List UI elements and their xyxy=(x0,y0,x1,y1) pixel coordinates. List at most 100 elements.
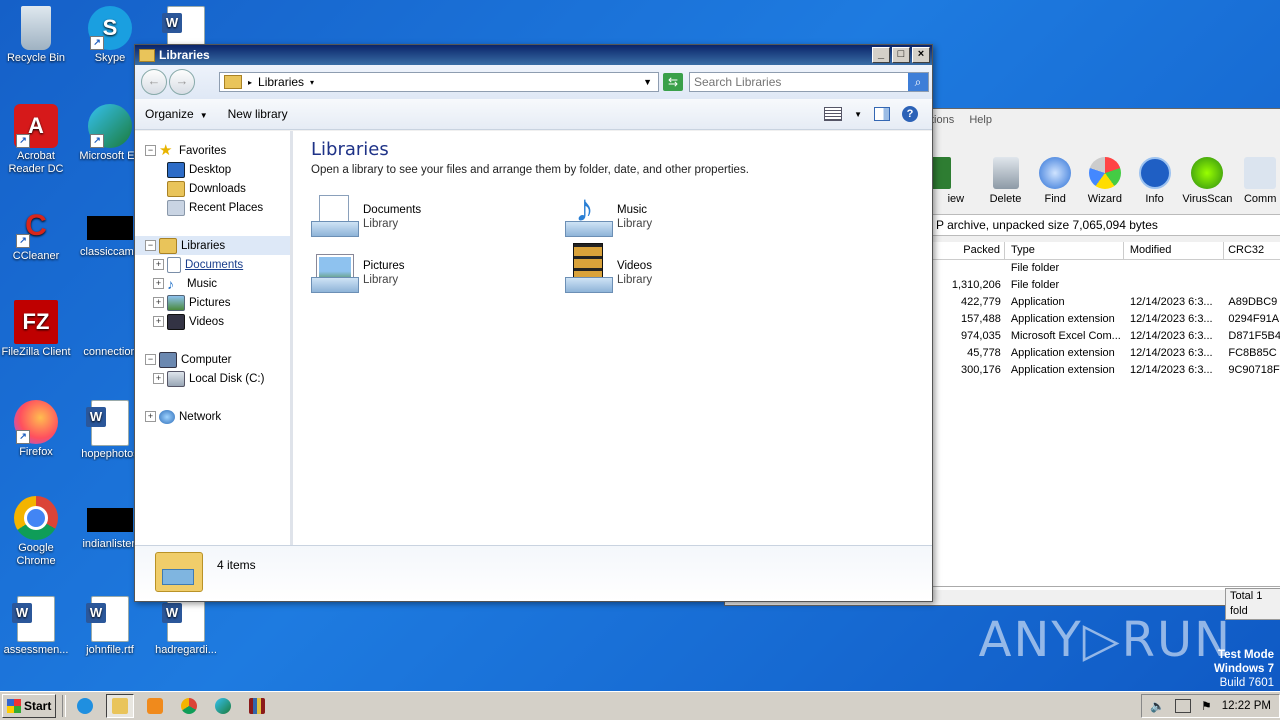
start-button[interactable]: Start xyxy=(2,694,57,718)
nav-local-disk[interactable]: + Local Disk (C:) xyxy=(135,369,290,388)
nav-network[interactable]: + Network xyxy=(135,407,290,426)
nav-recent-places[interactable]: Recent Places xyxy=(135,198,290,217)
explorer-window[interactable]: Libraries _ □ × ← → ▸ Libraries ▾ ▼ ⇆ ⌕ … xyxy=(134,44,933,602)
change-view-icon[interactable] xyxy=(824,107,843,121)
back-button[interactable]: ← xyxy=(141,69,167,95)
taskbar-ie[interactable] xyxy=(72,695,98,717)
nav-downloads[interactable]: Downloads xyxy=(135,179,290,198)
clock[interactable]: 12:22 PM xyxy=(1222,700,1271,712)
chevron-down-icon[interactable]: ▾ xyxy=(310,78,314,87)
nav-pictures[interactable]: + Pictures xyxy=(135,293,290,312)
nav-desktop[interactable]: Desktop xyxy=(135,160,290,179)
volume-icon[interactable]: 🔈 xyxy=(1150,699,1165,713)
nav-documents[interactable]: + Documents xyxy=(135,255,290,274)
expand-icon[interactable]: + xyxy=(145,411,156,422)
delete-button[interactable]: Delete xyxy=(981,153,1031,209)
address-bar[interactable]: ▸ Libraries ▾ ▼ xyxy=(219,72,659,92)
taskbar-chrome[interactable] xyxy=(176,695,202,717)
nav-favorites[interactable]: − ★ Favorites xyxy=(135,141,290,160)
close-button[interactable]: × xyxy=(912,47,930,63)
collapse-icon[interactable]: − xyxy=(145,240,156,251)
refresh-icon[interactable]: ⇆ xyxy=(663,73,683,91)
preview-pane-icon[interactable] xyxy=(874,107,890,121)
help-icon[interactable]: ? xyxy=(902,106,918,122)
action-center-flag-icon[interactable]: ⚑ xyxy=(1201,699,1212,713)
desktop-icon-chrome[interactable]: Google Chrome xyxy=(0,496,72,568)
libraries-icon xyxy=(159,237,177,254)
window-titlebar[interactable]: Libraries _ □ × xyxy=(135,45,932,65)
table-row[interactable]: 157,488 Application extension 12/14/2023 6… xyxy=(931,311,1280,328)
table-row[interactable]: 1,310,206 File folder xyxy=(931,277,1280,294)
desktop-icon-firefox[interactable]: ↗ Firefox xyxy=(0,400,72,459)
table-row[interactable]: 45,778 Application extension 12/14/2023 6:… xyxy=(931,345,1280,362)
cell-crc xyxy=(1224,260,1280,277)
library-videos[interactable]: Videos Library xyxy=(565,243,652,295)
desktop-icon-label: Recycle Bin xyxy=(6,52,66,64)
expand-icon[interactable]: + xyxy=(153,316,164,327)
network-tray-icon[interactable] xyxy=(1175,699,1191,713)
library-documents[interactable]: Documents Library xyxy=(311,193,421,239)
anyrun-watermark: ANY▷RUN xyxy=(978,612,1232,668)
column-modified[interactable]: Modified xyxy=(1124,242,1225,259)
item-count: 4 items xyxy=(217,558,256,572)
view-button[interactable]: iew xyxy=(931,153,981,209)
breadcrumb-arrow-icon[interactable]: ▸ xyxy=(248,78,252,87)
archive-path-bar[interactable]: P archive, unpacked size 7,065,094 bytes xyxy=(931,214,1280,236)
taskbar-explorer[interactable] xyxy=(106,694,135,718)
table-row[interactable]: 422,779 Application 12/14/2023 6:3... A89DB… xyxy=(931,294,1280,311)
menu-options[interactable]: tions xyxy=(931,114,954,126)
desktop-icon-hadregardi[interactable]: W hadregardi... xyxy=(150,596,222,657)
recycle-bin-icon xyxy=(21,6,51,50)
window-title: Libraries xyxy=(159,48,210,62)
maximize-button[interactable]: □ xyxy=(892,47,910,63)
hard-drive-icon xyxy=(167,370,185,387)
view-options-dropdown-icon[interactable]: ▼ xyxy=(854,110,862,119)
desktop-icon-acrobat[interactable]: A ↗ Acrobat Reader DC xyxy=(0,104,72,176)
organize-button[interactable]: Organize ▼ xyxy=(135,107,218,121)
comment-button[interactable]: Comm xyxy=(1235,153,1280,209)
expand-icon[interactable]: + xyxy=(153,259,164,270)
taskbar-media-player[interactable] xyxy=(142,695,168,717)
info-button[interactable]: Info xyxy=(1130,153,1180,209)
expand-icon[interactable]: + xyxy=(153,373,164,384)
search-box[interactable]: ⌕ xyxy=(689,72,929,92)
search-input[interactable] xyxy=(690,74,896,90)
forward-button[interactable]: → xyxy=(169,69,195,95)
nav-label: Pictures xyxy=(189,296,231,309)
expand-icon[interactable]: + xyxy=(153,278,164,289)
minimize-button[interactable]: _ xyxy=(872,47,890,63)
desktop-icon-filezilla[interactable]: FZ FileZilla Client xyxy=(0,300,72,359)
table-row[interactable]: File folder xyxy=(931,260,1280,277)
collapse-icon[interactable]: − xyxy=(145,354,156,365)
library-music[interactable]: ♪ Music Library xyxy=(565,189,652,239)
nav-videos[interactable]: + Videos xyxy=(135,312,290,331)
library-pictures[interactable]: Pictures Library xyxy=(311,249,405,295)
address-history-dropdown[interactable]: ▼ xyxy=(643,77,652,87)
menu-help[interactable]: Help xyxy=(969,114,992,126)
start-label: Start xyxy=(24,699,52,713)
new-library-button[interactable]: New library xyxy=(218,107,298,121)
nav-libraries[interactable]: − Libraries xyxy=(135,236,290,255)
column-packed[interactable]: Packed xyxy=(931,242,1005,259)
table-row[interactable]: 974,035 Microsoft Excel Com... 12/14/2023 … xyxy=(931,328,1280,345)
taskbar-edge[interactable] xyxy=(210,695,236,717)
virusscan-button[interactable]: VirusScan xyxy=(1179,153,1235,209)
wizard-button[interactable]: Wizard xyxy=(1080,153,1130,209)
column-type[interactable]: Type xyxy=(1005,242,1124,259)
nav-music[interactable]: + ♪ Music xyxy=(135,274,290,293)
desktop-icon-recycle-bin[interactable]: Recycle Bin xyxy=(0,6,72,65)
desktop-icon-assessment[interactable]: W assessmen... xyxy=(0,596,72,657)
chrome-icon xyxy=(14,496,58,540)
nav-computer[interactable]: − Computer xyxy=(135,350,290,369)
collapse-icon[interactable]: − xyxy=(145,145,156,156)
expand-icon[interactable]: + xyxy=(153,297,164,308)
table-row[interactable]: 300,176 Application extension 12/14/2023 6… xyxy=(931,362,1280,379)
blank-thumbnail-icon xyxy=(87,216,133,240)
desktop-icon-johnfile[interactable]: W johnfile.rtf xyxy=(74,596,146,657)
find-button[interactable]: Find xyxy=(1030,153,1080,209)
taskbar-winrar[interactable] xyxy=(244,695,270,717)
breadcrumb-libraries[interactable]: Libraries xyxy=(258,75,304,89)
search-icon[interactable]: ⌕ xyxy=(908,73,928,91)
column-crc32[interactable]: CRC32 xyxy=(1224,242,1280,259)
desktop-icon-ccleaner[interactable]: C ↗ CCleaner xyxy=(0,204,72,263)
